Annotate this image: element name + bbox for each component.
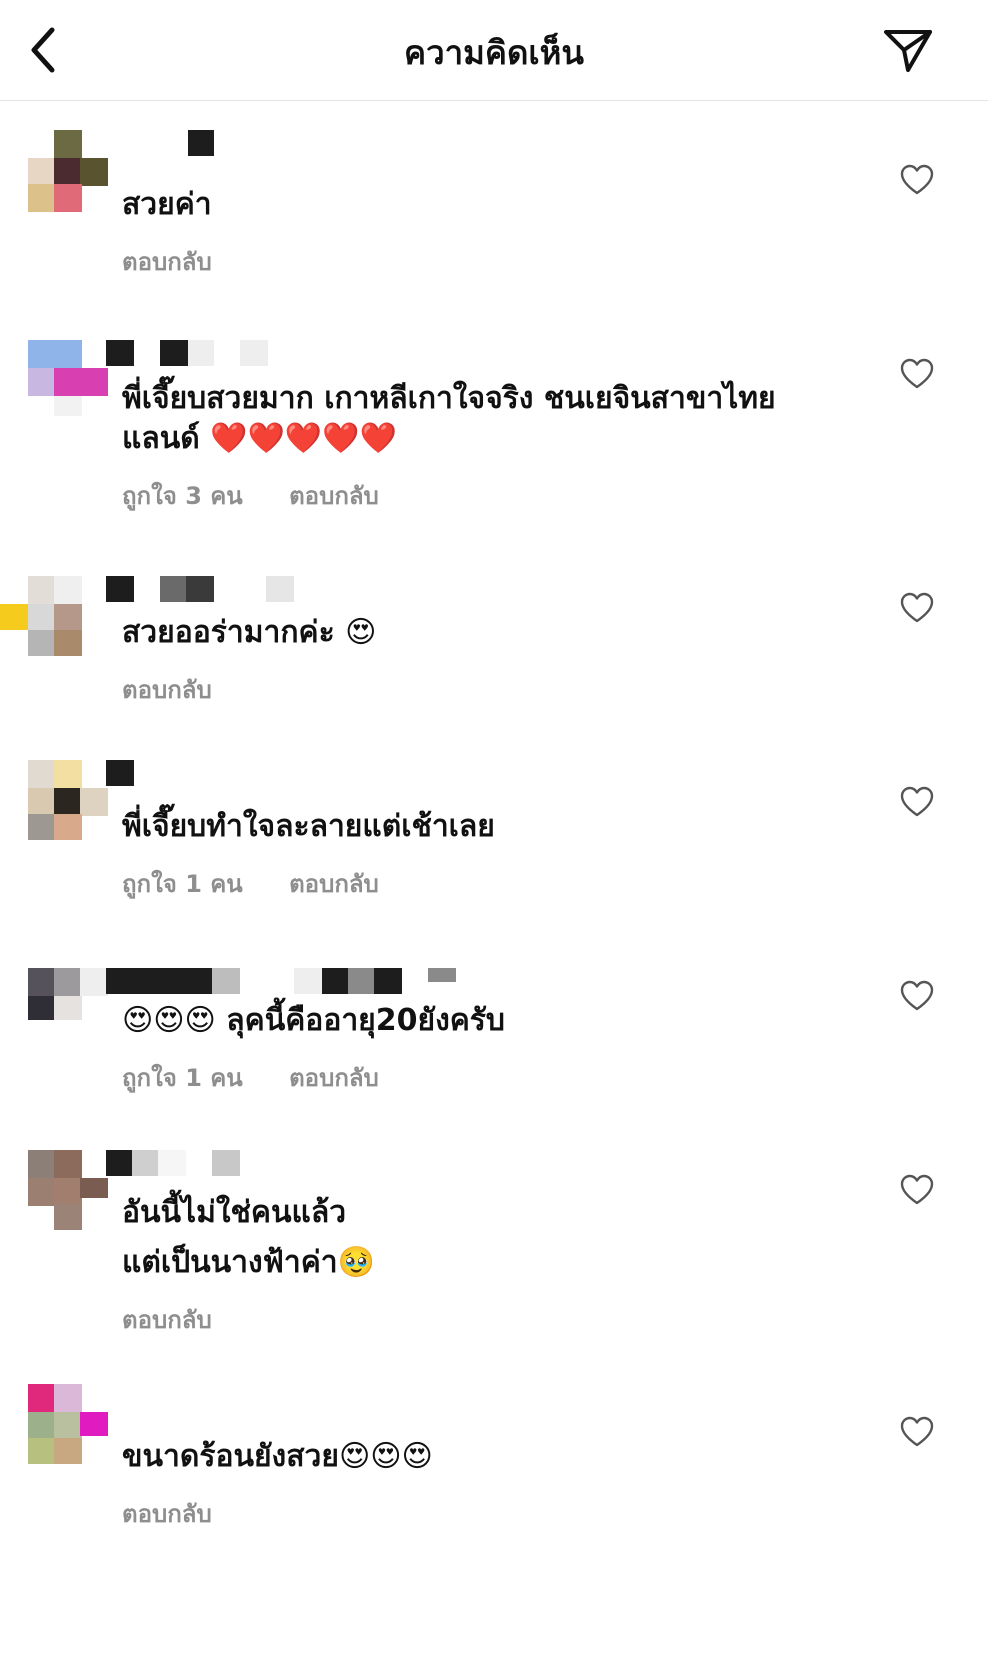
username-redacted[interactable] xyxy=(106,1150,472,1180)
avatar[interactable] xyxy=(28,968,112,1052)
like-button[interactable] xyxy=(900,980,934,1012)
page-title: ความคิดเห็น xyxy=(404,33,584,72)
avatar[interactable] xyxy=(28,1150,112,1234)
heart-outline-icon xyxy=(900,592,934,623)
comment-text-line1: พี่เจี๊ยบสวยมาก เกาหลีเกาใจจริง ชนเยจินส… xyxy=(122,381,776,416)
reply-link[interactable]: ตอบกลับ xyxy=(289,482,379,510)
username-redacted[interactable] xyxy=(106,576,472,606)
avatar[interactable] xyxy=(28,130,112,214)
reply-link[interactable]: ตอบกลับ xyxy=(122,676,212,704)
like-button[interactable] xyxy=(900,358,934,390)
avatar[interactable] xyxy=(28,760,112,844)
likes-count[interactable]: ถูกใจ 1 คน xyxy=(122,1064,243,1092)
share-button[interactable] xyxy=(880,24,936,76)
username-redacted[interactable] xyxy=(106,340,472,370)
reply-link[interactable]: ตอบกลับ xyxy=(289,870,379,898)
like-button[interactable] xyxy=(900,1174,934,1206)
likes-count[interactable]: ถูกใจ 3 คน xyxy=(122,482,243,510)
heart-outline-icon xyxy=(900,1174,934,1205)
comment-meta: ถูกใจ 1 คน ตอบกลับ xyxy=(122,1058,417,1097)
heart-outline-icon xyxy=(900,1416,934,1447)
comment-meta: ตอบกลับ xyxy=(122,1494,250,1533)
avatar[interactable] xyxy=(28,340,112,424)
username-redacted[interactable] xyxy=(112,130,472,160)
username-redacted[interactable] xyxy=(112,1384,472,1414)
top-bar: ความคิดเห็น xyxy=(0,0,988,101)
like-button[interactable] xyxy=(900,592,934,624)
heart-outline-icon xyxy=(900,980,934,1011)
reply-link[interactable]: ตอบกลับ xyxy=(122,248,212,276)
avatar[interactable] xyxy=(0,576,112,660)
reply-link[interactable]: ตอบกลับ xyxy=(122,1500,212,1528)
likes-count[interactable]: ถูกใจ 1 คน xyxy=(122,870,243,898)
comment-text-line2: แลนด์ ❤️❤️❤️❤️❤️ xyxy=(122,421,397,456)
comment-meta: ตอบกลับ xyxy=(122,1300,250,1339)
reply-link[interactable]: ตอบกลับ xyxy=(122,1306,212,1334)
like-button[interactable] xyxy=(900,164,934,196)
comment-text: 😍😍😍 ลุคนี้คืออายุ20ยังครับ xyxy=(122,1003,505,1038)
heart-outline-icon xyxy=(900,164,934,195)
reply-link[interactable]: ตอบกลับ xyxy=(289,1064,379,1092)
comment-text-line1: อันนี้ไม่ใช่คนแล้ว xyxy=(122,1195,347,1230)
heart-outline-icon xyxy=(900,358,934,389)
comment-text: พี่เจี๊ยบทำใจละลายแต่เช้าเลย xyxy=(122,809,495,844)
like-button[interactable] xyxy=(900,1416,934,1448)
username-redacted[interactable] xyxy=(106,968,472,998)
username-redacted[interactable] xyxy=(106,760,472,790)
avatar[interactable] xyxy=(28,1384,112,1468)
heart-outline-icon xyxy=(900,786,934,817)
comment-meta: ถูกใจ 1 คน ตอบกลับ xyxy=(122,864,417,903)
comment-text-line2: แต่เป็นนางฟ้าค่า🥹 xyxy=(122,1245,375,1280)
paper-plane-icon xyxy=(884,30,932,72)
comment-text: สวยออร่ามากค่ะ 😍 xyxy=(122,615,377,650)
comment-meta: ตอบกลับ xyxy=(122,670,250,709)
comment-text: สวยค่า xyxy=(122,187,212,222)
like-button[interactable] xyxy=(900,786,934,818)
comment-meta: ตอบกลับ xyxy=(122,242,250,281)
comment-text: ขนาดร้อนยังสวย😍😍😍 xyxy=(122,1439,433,1474)
comment-meta: ถูกใจ 3 คน ตอบกลับ xyxy=(122,476,417,515)
